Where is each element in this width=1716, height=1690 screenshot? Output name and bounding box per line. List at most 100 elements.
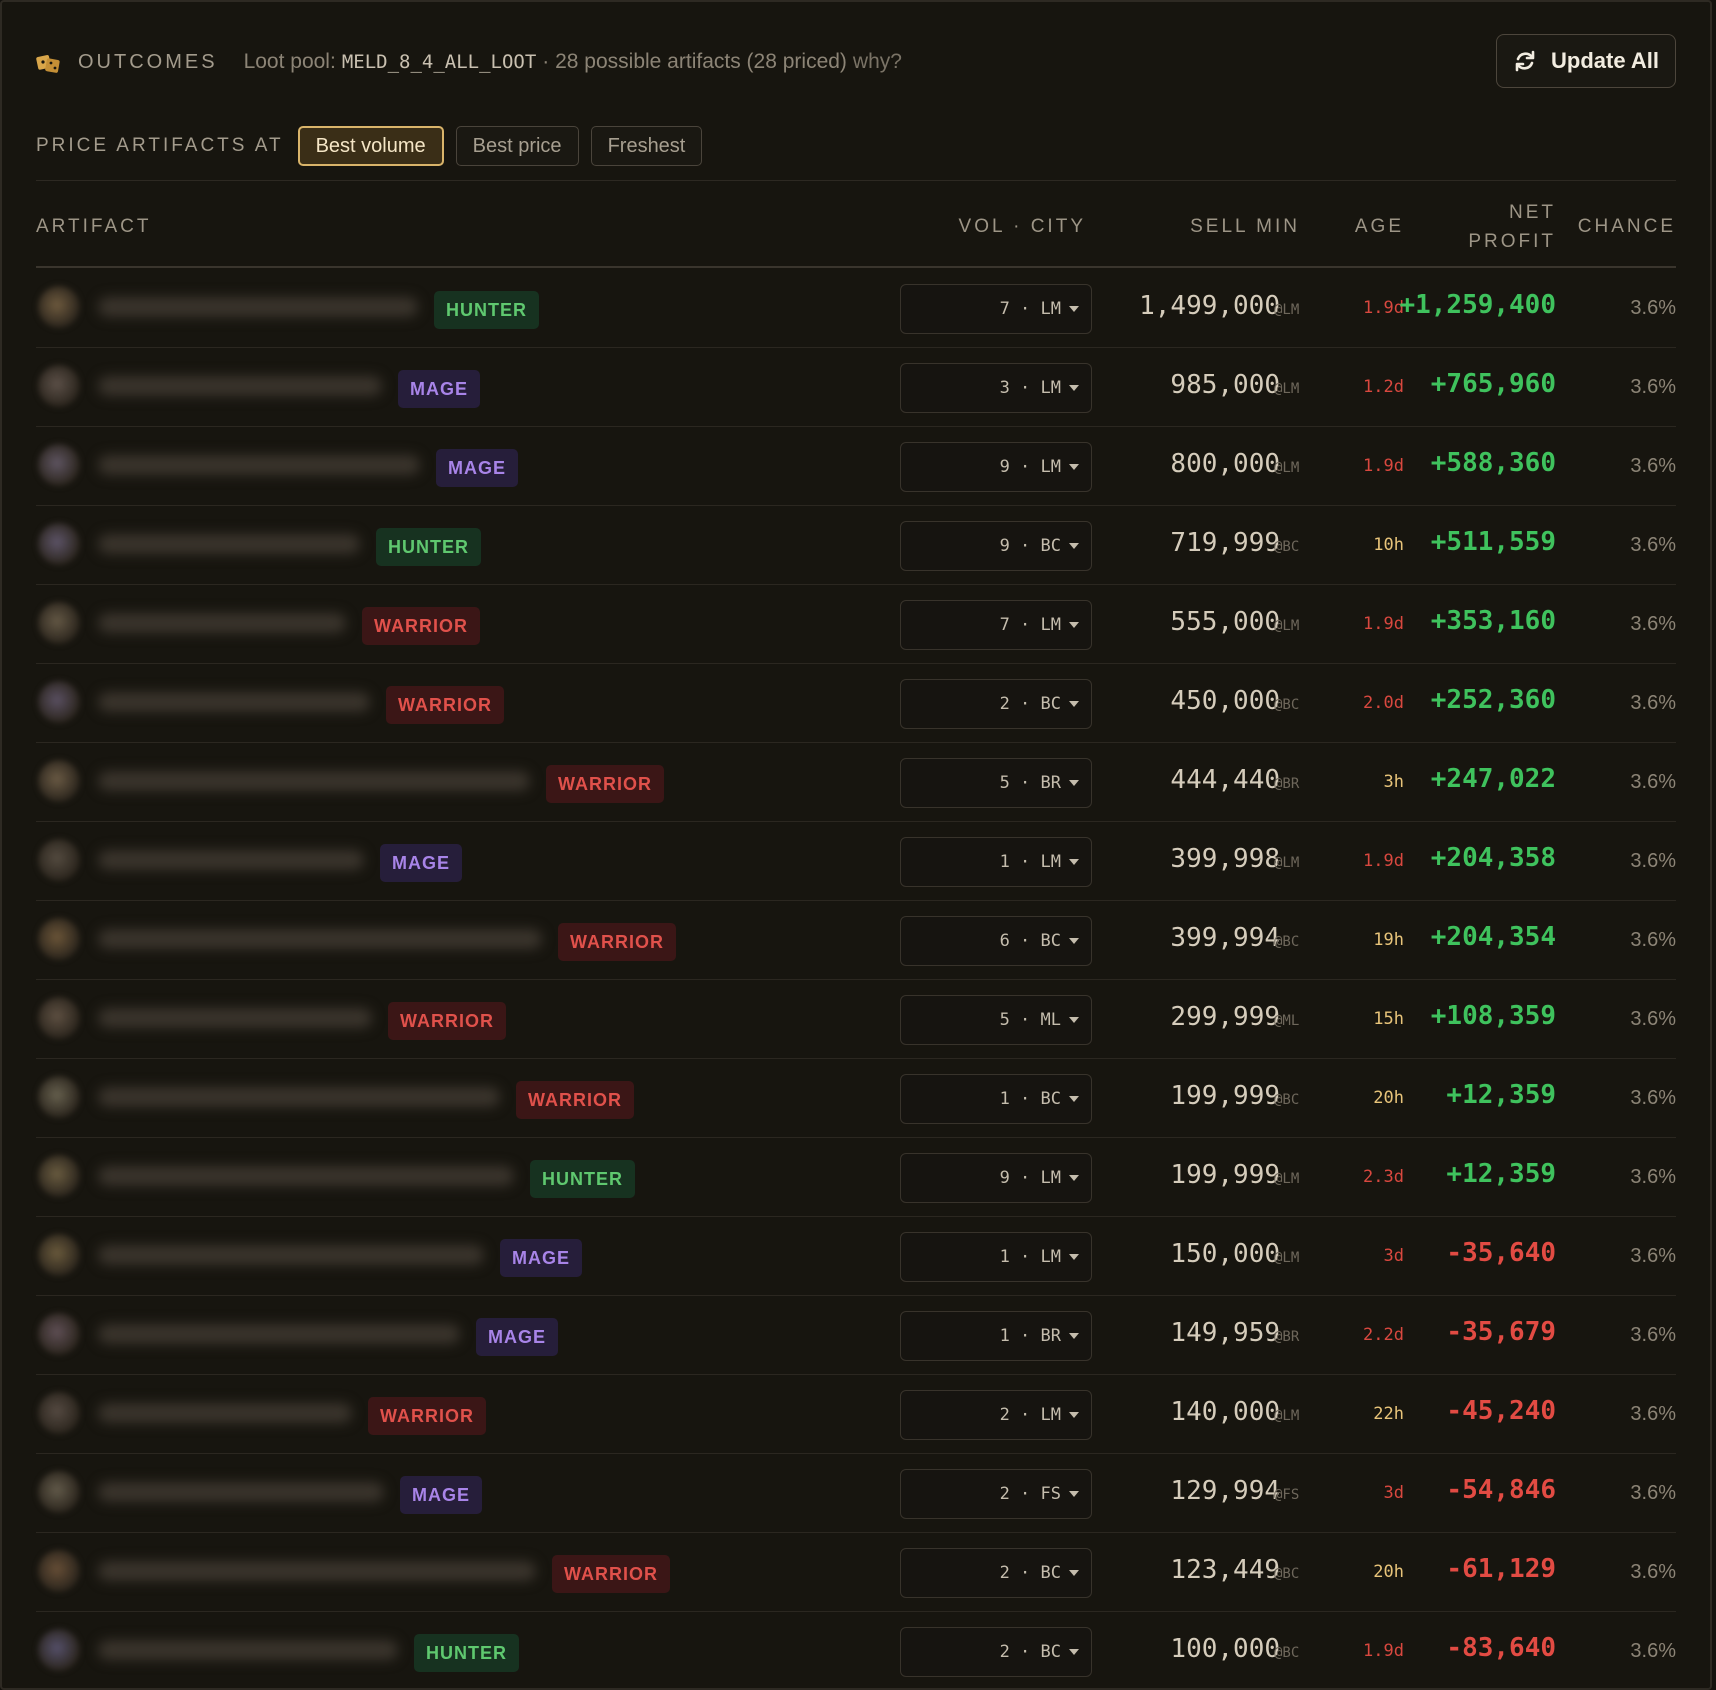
price-filter: PRICE ARTIFACTS AT Best volume Best pric…: [36, 124, 714, 168]
vol-city-select[interactable]: 9 · LM: [900, 1153, 1092, 1203]
vol-city-select[interactable]: 9 · BC: [900, 521, 1092, 571]
why-link[interactable]: why?: [853, 50, 902, 74]
vol-city-value: 2 · BC: [999, 1642, 1061, 1662]
artifact-table-body: HUNTER 7 · LM 1,499,000 @LM 1.9d +1,259,400 3.…: [36, 269, 1676, 1688]
sell-min-value: 149,959: [1170, 1318, 1280, 1348]
sell-min-value: 299,999: [1170, 1002, 1280, 1032]
age-value: 1.9d: [1363, 298, 1404, 318]
col-age[interactable]: AGE: [1355, 216, 1404, 238]
vol-city-select[interactable]: 2 · FS: [900, 1469, 1092, 1519]
table-row[interactable]: MAGE 1 · BR 149,959 @BR 2.2d -35,679 3.6%: [36, 1296, 1676, 1375]
vol-city-value: 2 · BC: [999, 694, 1061, 714]
table-row[interactable]: MAGE 1 · LM 150,000 @LM 3d -35,640 3.6%: [36, 1217, 1676, 1296]
artifact-thumbnail: [38, 1550, 80, 1592]
sell-city: @LM: [1274, 855, 1300, 871]
artifact-thumbnail: [38, 681, 80, 723]
class-badge: WARRIOR: [388, 1002, 506, 1040]
table-row[interactable]: MAGE 3 · LM 985,000 @LM 1.2d +765,960 3.6%: [36, 348, 1676, 427]
loot-pool-label: Loot pool:: [243, 50, 336, 73]
vol-city-select[interactable]: 2 · LM: [900, 1390, 1092, 1440]
col-chance[interactable]: CHANCE: [1578, 216, 1676, 238]
chance-value: 3.6%: [1630, 534, 1676, 556]
vol-city-select[interactable]: 6 · BC: [900, 916, 1092, 966]
net-profit-value: +588,360: [1430, 448, 1556, 478]
table-row[interactable]: WARRIOR 6 · BC 399,994 @BC 19h +204,354 3.6%: [36, 901, 1676, 980]
vol-city-select[interactable]: 1 · BC: [900, 1074, 1092, 1124]
table-row[interactable]: WARRIOR 1 · BC 199,999 @BC 20h +12,359 3.6%: [36, 1059, 1676, 1138]
sell-min-value: 150,000: [1170, 1239, 1280, 1269]
col-artifact[interactable]: ARTIFACT: [36, 216, 152, 238]
class-badge: WARRIOR: [386, 686, 504, 724]
table-row[interactable]: MAGE 1 · LM 399,998 @LM 1.9d +204,358 3.6%: [36, 822, 1676, 901]
chevron-down-icon: [1069, 385, 1079, 391]
net-profit-value: -83,640: [1446, 1633, 1556, 1663]
artifact-thumbnail: [38, 1155, 80, 1197]
net-profit-value: -45,240: [1446, 1396, 1556, 1426]
table-row[interactable]: MAGE 9 · LM 800,000 @LM 1.9d +588,360 3.6%: [36, 427, 1676, 506]
col-net-profit-line2[interactable]: PROFIT: [1468, 231, 1556, 253]
vol-city-select[interactable]: 1 · BR: [900, 1311, 1092, 1361]
class-badge: MAGE: [400, 1476, 482, 1514]
table-row[interactable]: MAGE 2 · FS 129,994 @FS 3d -54,846 3.6%: [36, 1454, 1676, 1533]
table-row[interactable]: WARRIOR 5 · ML 299,999 @ML 15h +108,359 3.6%: [36, 980, 1676, 1059]
vol-city-select[interactable]: 2 · BC: [900, 1627, 1092, 1677]
table-row[interactable]: WARRIOR 2 · BC 450,000 @BC 2.0d +252,360 3.6%: [36, 664, 1676, 743]
vol-city-value: 9 · BC: [999, 536, 1061, 556]
price-option-freshest[interactable]: Freshest: [590, 126, 703, 166]
chevron-down-icon: [1069, 1412, 1079, 1418]
update-all-button[interactable]: Update All: [1496, 34, 1676, 88]
chance-value: 3.6%: [1630, 1561, 1676, 1583]
sell-city: @FS: [1274, 1487, 1300, 1503]
table-row[interactable]: HUNTER 9 · BC 719,999 @BC 10h +511,559 3.6%: [36, 506, 1676, 585]
artifact-thumbnail: [38, 997, 80, 1039]
price-option-best-price[interactable]: Best price: [455, 126, 579, 166]
table-row[interactable]: WARRIOR 2 · LM 140,000 @LM 22h -45,240 3.6%: [36, 1375, 1676, 1454]
chevron-down-icon: [1069, 1491, 1079, 1497]
vol-city-select[interactable]: 2 · BC: [900, 679, 1092, 729]
chevron-down-icon: [1069, 306, 1079, 312]
table-row[interactable]: WARRIOR 5 · BR 444,440 @BR 3h +247,022 3.6%: [36, 743, 1676, 822]
artifact-thumbnail: [38, 286, 80, 328]
artifact-thumbnail: [38, 1313, 80, 1355]
chevron-down-icon: [1069, 622, 1079, 628]
sell-min-value: 140,000: [1170, 1397, 1280, 1427]
vol-city-select[interactable]: 1 · LM: [900, 1232, 1092, 1282]
artifact-thumbnail: [38, 1076, 80, 1118]
table-row[interactable]: HUNTER 9 · LM 199,999 @LM 2.3d +12,359 3.6%: [36, 1138, 1676, 1217]
col-vol-city[interactable]: VOL · CITY: [959, 216, 1086, 238]
net-profit-value: -35,640: [1446, 1238, 1556, 1268]
vol-city-select[interactable]: 9 · LM: [900, 442, 1092, 492]
vol-city-value: 1 · LM: [999, 1247, 1061, 1267]
age-value: 2.2d: [1363, 1325, 1404, 1345]
table-row[interactable]: WARRIOR 2 · BC 123,449 @BC 20h -61,129 3.6%: [36, 1533, 1676, 1612]
vol-city-select[interactable]: 5 · ML: [900, 995, 1092, 1045]
vol-city-select[interactable]: 1 · LM: [900, 837, 1092, 887]
chance-value: 3.6%: [1630, 613, 1676, 635]
vol-city-value: 7 · LM: [999, 299, 1061, 319]
table-row[interactable]: HUNTER 2 · BC 100,000 @BC 1.9d -83,640 3.6%: [36, 1612, 1676, 1688]
table-row[interactable]: HUNTER 7 · LM 1,499,000 @LM 1.9d +1,259,400 3.…: [36, 269, 1676, 348]
vol-city-select[interactable]: 7 · LM: [900, 600, 1092, 650]
col-net-profit-line1[interactable]: NET: [1509, 202, 1556, 224]
vol-city-select[interactable]: 7 · LM: [900, 284, 1092, 334]
sell-min-value: 719,999: [1170, 528, 1280, 558]
col-sell-min[interactable]: SELL MIN: [1190, 216, 1300, 238]
chance-value: 3.6%: [1630, 771, 1676, 793]
table-row[interactable]: WARRIOR 7 · LM 555,000 @LM 1.9d +353,160 3.6%: [36, 585, 1676, 664]
artifact-thumbnail: [38, 523, 80, 565]
artifact-name-redacted: [98, 1324, 460, 1344]
price-option-best-volume[interactable]: Best volume: [297, 126, 444, 166]
class-badge: HUNTER: [434, 291, 539, 329]
artifact-name-redacted: [98, 534, 360, 554]
chance-value: 3.6%: [1630, 1245, 1676, 1267]
vol-city-select[interactable]: 5 · BR: [900, 758, 1092, 808]
vol-city-select[interactable]: 3 · LM: [900, 363, 1092, 413]
sell-city: @LM: [1274, 460, 1300, 476]
artifact-thumbnail: [38, 1629, 80, 1671]
net-profit-value: +511,559: [1430, 527, 1556, 557]
class-badge: MAGE: [398, 370, 480, 408]
divider: [36, 180, 1676, 181]
age-value: 2.3d: [1363, 1167, 1404, 1187]
sell-min-value: 800,000: [1170, 449, 1280, 479]
vol-city-select[interactable]: 2 · BC: [900, 1548, 1092, 1598]
